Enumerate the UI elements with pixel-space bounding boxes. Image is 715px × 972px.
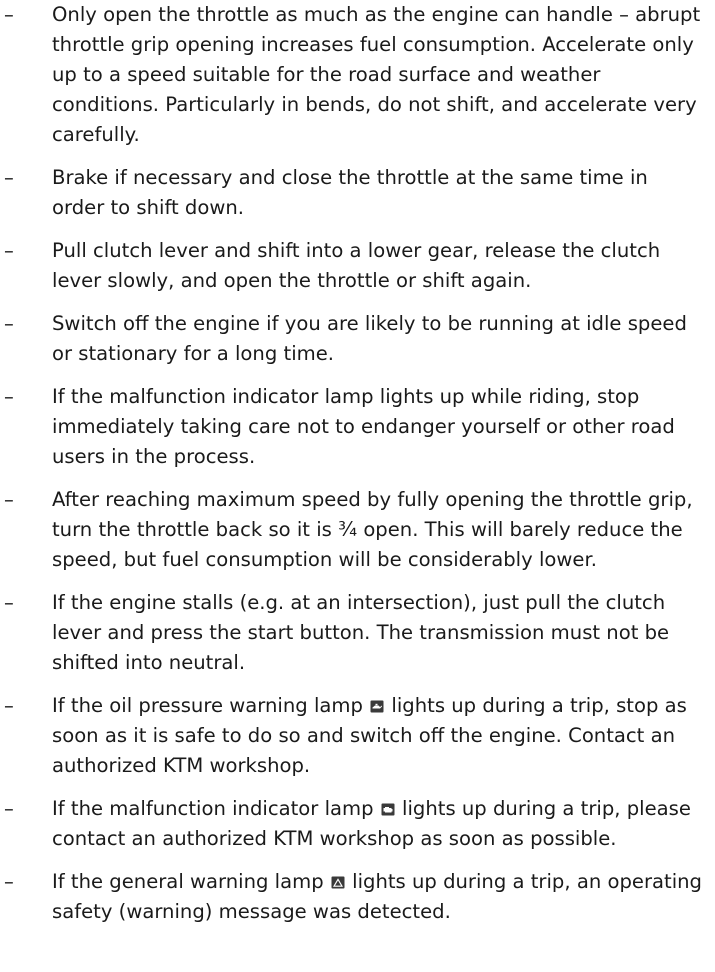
list-item-text: Switch off the engine if you are likely … bbox=[52, 312, 687, 365]
bullet-dash: – bbox=[4, 166, 14, 189]
list-item: – If the engine stalls (e.g. at an inter… bbox=[0, 588, 715, 678]
list-item: – If the general warning lamp lights up … bbox=[0, 867, 715, 927]
list-item-text: If the engine stalls (e.g. at an interse… bbox=[52, 591, 670, 674]
riding-instructions-list: – Only open the throttle as much as the … bbox=[0, 0, 715, 927]
list-item-text-before: If the malfunction indicator lamp bbox=[52, 797, 374, 820]
bullet-dash: – bbox=[4, 591, 14, 614]
list-item: – If the oil pressure warning lamp light… bbox=[0, 691, 715, 781]
list-item-text: Only open the throttle as much as the en… bbox=[52, 3, 701, 146]
list-item: – Brake if necessary and close the throt… bbox=[0, 163, 715, 223]
bullet-dash: – bbox=[4, 385, 14, 408]
list-item-text: Pull clutch lever and shift into a lower… bbox=[52, 239, 661, 292]
list-item: – After reaching maximum speed by fully … bbox=[0, 485, 715, 575]
list-item-text: Brake if necessary and close the throttl… bbox=[52, 166, 648, 219]
bullet-dash: – bbox=[4, 239, 14, 262]
list-item-text-before: If the oil pressure warning lamp bbox=[52, 694, 363, 717]
bullet-dash: – bbox=[4, 694, 14, 717]
bullet-dash: – bbox=[4, 870, 14, 893]
engine-malfunction-icon bbox=[381, 803, 395, 816]
bullet-dash: – bbox=[4, 3, 14, 26]
bullet-dash: – bbox=[4, 488, 14, 511]
list-item: – If the malfunction indicator lamp ligh… bbox=[0, 794, 715, 854]
general-warning-icon bbox=[331, 876, 345, 889]
list-item: – If the malfunction indicator lamp ligh… bbox=[0, 382, 715, 472]
list-item: – Only open the throttle as much as the … bbox=[0, 0, 715, 150]
document-page: – Only open the throttle as much as the … bbox=[0, 0, 715, 940]
list-item-text: After reaching maximum speed by fully op… bbox=[52, 488, 693, 571]
list-item: – Switch off the engine if you are likel… bbox=[0, 309, 715, 369]
bullet-dash: – bbox=[4, 312, 14, 335]
list-item-text-before: If the general warning lamp bbox=[52, 870, 324, 893]
bullet-dash: – bbox=[4, 797, 14, 820]
list-item: – Pull clutch lever and shift into a low… bbox=[0, 236, 715, 296]
list-item-text: If the malfunction indicator lamp lights… bbox=[52, 385, 675, 468]
oil-pressure-icon bbox=[370, 700, 384, 713]
